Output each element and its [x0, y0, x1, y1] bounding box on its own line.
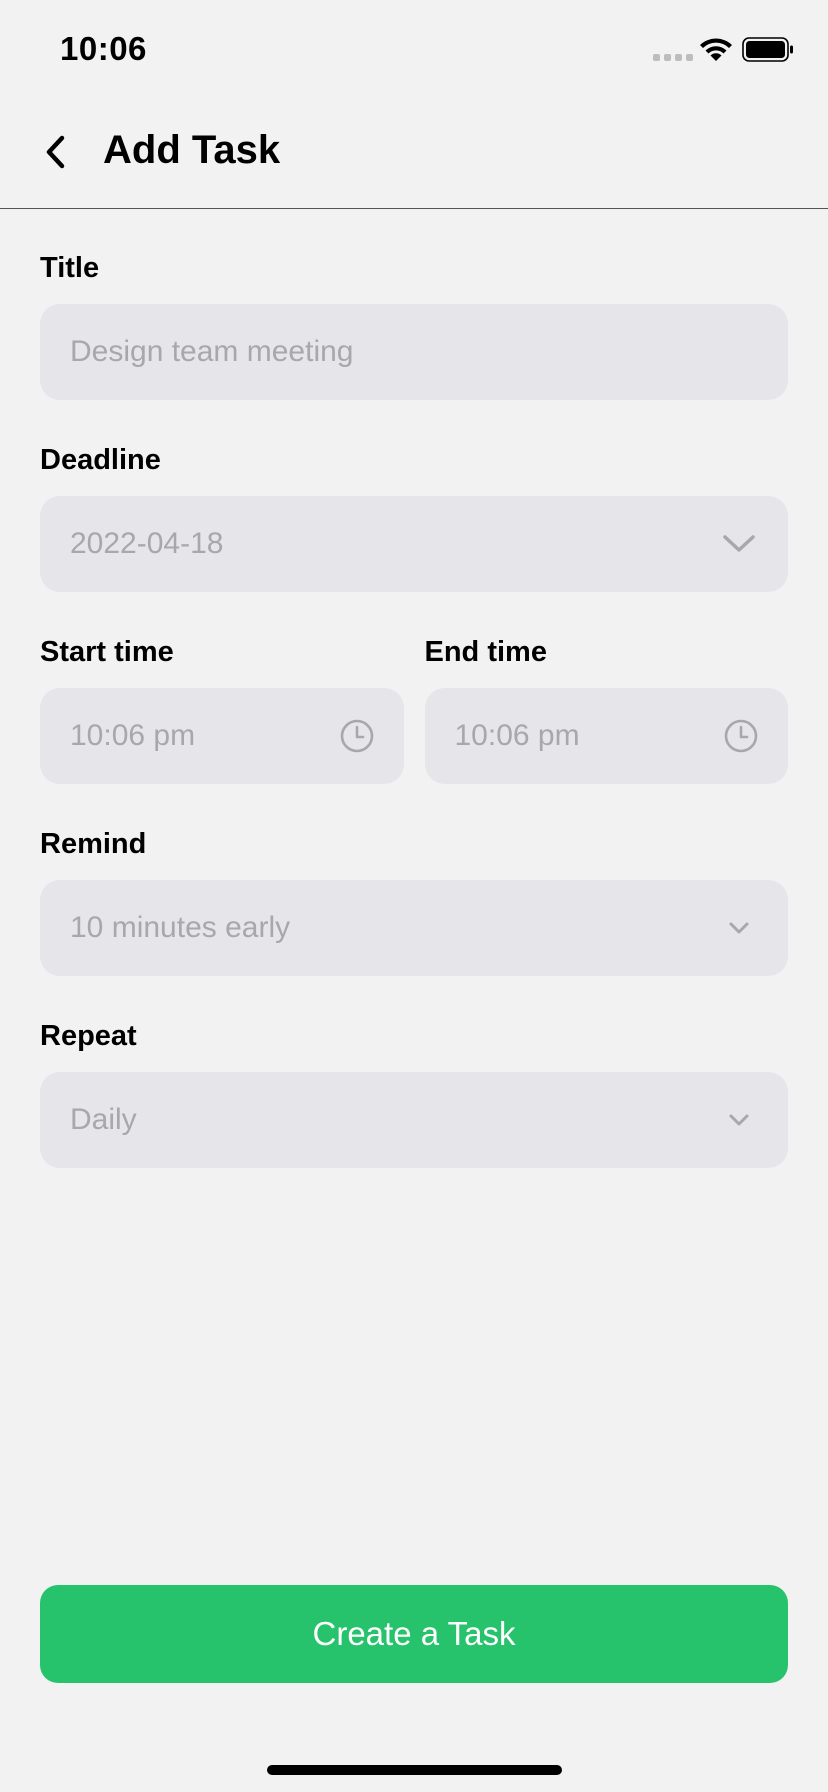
remind-select-value: 10 minutes early	[70, 911, 291, 944]
repeat-select[interactable]: Daily	[40, 1072, 788, 1168]
page-title: Add Task	[103, 128, 281, 172]
add-task-screen: 10:06 Add Task Title Design team meeting…	[0, 0, 828, 1792]
create-task-button[interactable]: Create a Task	[40, 1585, 788, 1683]
start-time-picker[interactable]: 10:06 pm	[40, 688, 404, 784]
add-task-form: Title Design team meeting Deadline 2022-…	[40, 208, 788, 1168]
wifi-icon	[700, 38, 732, 61]
status-bar: 10:06	[0, 0, 828, 100]
chevron-down-icon	[729, 922, 749, 934]
remind-select[interactable]: 10 minutes early	[40, 880, 788, 976]
battery-icon	[742, 37, 793, 62]
end-time-value: 10:06 pm	[454, 719, 580, 752]
clock-icon	[724, 719, 758, 753]
time-row: Start time 10:06 pm End time 10:06 pm	[40, 592, 788, 784]
title-input-value: Design team meeting	[70, 335, 354, 368]
chevron-down-icon	[729, 1114, 749, 1126]
title-input[interactable]: Design team meeting	[40, 304, 788, 400]
home-indicator[interactable]	[267, 1765, 562, 1775]
title-label: Title	[40, 252, 100, 284]
chevron-down-icon	[723, 535, 755, 552]
deadline-label: Deadline	[40, 444, 161, 476]
deadline-select-value: 2022-04-18	[70, 527, 224, 560]
repeat-select-value: Daily	[70, 1103, 137, 1136]
repeat-label: Repeat	[40, 1020, 137, 1052]
cellular-signal-icon	[653, 54, 693, 61]
status-time: 10:06	[60, 30, 147, 67]
start-time-label: Start time	[40, 636, 174, 668]
end-time-group: End time 10:06 pm	[424, 592, 788, 784]
start-time-value: 10:06 pm	[70, 719, 196, 752]
chevron-left-icon[interactable]	[40, 130, 72, 174]
start-time-group: Start time 10:06 pm	[40, 592, 404, 784]
nav-header: Add Task	[0, 100, 828, 209]
remind-label: Remind	[40, 828, 147, 860]
end-time-label: End time	[424, 636, 547, 668]
deadline-select[interactable]: 2022-04-18	[40, 496, 788, 592]
end-time-picker[interactable]: 10:06 pm	[424, 688, 788, 784]
clock-icon	[340, 719, 373, 753]
